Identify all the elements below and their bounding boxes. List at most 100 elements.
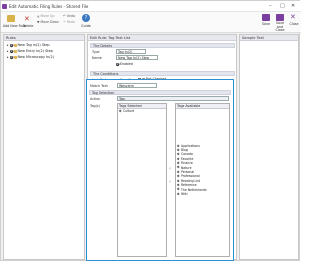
save-button[interactable]: Save <box>260 13 272 31</box>
tag-label: Professional <box>180 174 200 179</box>
tag-selection-section-title: Tag Selection <box>89 90 231 95</box>
name-label: Name <box>92 56 102 60</box>
tag-label: Finance <box>180 161 193 166</box>
enabled-checkbox[interactable]: Enabled <box>116 62 133 66</box>
folder-icon <box>13 49 17 53</box>
folder-icon <box>13 55 17 59</box>
tag-icon <box>176 192 180 196</box>
toolbar: Add New Rule ✕ Delete ▲ Move Up ▼ Move D… <box>1 12 301 33</box>
action-select[interactable]: Tag <box>117 96 229 101</box>
redo-button[interactable]: ↷ Redo <box>63 20 77 26</box>
expand-icon: ▸ <box>7 43 9 47</box>
close-icon: ✕ <box>290 13 296 21</box>
expand-icon: ▸ <box>7 55 9 59</box>
details-section-title: The Details <box>90 43 235 48</box>
type-label: Type <box>92 50 100 54</box>
enabled-check[interactable] <box>116 62 119 66</box>
sample-text-header: Sample Text <box>240 35 298 41</box>
folder-icon <box>13 43 17 47</box>
save-and-close-label: Save and Close <box>275 21 285 33</box>
rule-checkbox[interactable] <box>9 43 13 47</box>
tag-icon <box>176 183 180 187</box>
move-down-label: Move Down <box>40 20 60 24</box>
guide-label: Guide <box>81 24 91 28</box>
close-button[interactable]: ✕ Close <box>288 13 300 31</box>
rules-header: Rules <box>4 35 84 41</box>
tags-available-list[interactable]: Tags Available Applications Blog Canada … <box>175 103 230 257</box>
save-icon <box>262 14 270 21</box>
tag-icon <box>176 174 180 179</box>
delete-button[interactable]: ✕ Delete <box>21 15 35 33</box>
title-bar: Edit Automatic Filing Rules - Shared Fil… <box>1 1 301 12</box>
available-items: Applications Blog Canada Favorite Financ… <box>176 144 229 197</box>
help-icon: ? <box>82 14 90 22</box>
edit-rules-window: Edit Automatic Filing Rules - Shared Fil… <box>0 0 301 261</box>
tag-icon <box>118 109 122 113</box>
tags-selected-list[interactable]: Tags Selected Culture <box>117 103 167 257</box>
tags-label: Tag(s) <box>90 104 100 108</box>
tag-label: Personal <box>180 170 195 175</box>
rule-label: New Microscopy In(2) <box>17 55 55 59</box>
minimize-button[interactable]: – <box>269 3 272 9</box>
tag-icon <box>176 170 180 174</box>
move-down-button[interactable]: ▼ Move Down <box>37 20 59 26</box>
expand-icon: ▸ <box>7 49 9 53</box>
tag-icon <box>176 144 180 148</box>
tag-label: Culture <box>122 108 135 113</box>
tag-label: Canada <box>180 152 193 157</box>
redo-label: Redo <box>66 20 75 24</box>
tag-label: Reading List <box>180 178 200 183</box>
save-label: Save <box>261 22 271 26</box>
add-rule-icon <box>7 15 15 22</box>
add-new-rule-label: Add New Rule <box>3 24 26 28</box>
conditions-section-title: The Conditions <box>90 71 235 76</box>
enabled-label: Enabled <box>120 62 133 66</box>
tag-label: Blog <box>180 148 188 153</box>
tag-icon <box>176 179 180 183</box>
match-text-label: Match Text <box>90 84 108 88</box>
delete-label: Delete <box>22 24 34 28</box>
maximize-button[interactable]: □ <box>280 3 285 9</box>
rule-item[interactable]: ▸ New Microscopy In(2) <box>7 54 54 60</box>
list-item[interactable]: Wiki <box>176 192 229 196</box>
rule-label: New Tag In(2) Step <box>17 43 50 47</box>
match-text-field[interactable]: Wesciem <box>117 83 157 88</box>
undo-label: Undo <box>66 14 76 18</box>
save-close-icon <box>276 14 284 21</box>
list-item[interactable]: Culture <box>118 109 166 113</box>
rule-checkbox[interactable] <box>9 55 13 59</box>
move-right-arrow-icon[interactable]: › <box>169 179 171 185</box>
move-left-arrow-icon[interactable]: ‹ <box>169 166 171 172</box>
rule-checkbox[interactable] <box>9 49 13 53</box>
rules-panel: Rules ▸ New Tag In(2) Step ▸ New Entry I… <box>3 34 85 260</box>
edit-rule-header: Edit Rule: Tag Text List <box>88 35 236 41</box>
save-and-close-button[interactable]: Save and Close <box>273 13 287 32</box>
window-title: Edit Automatic Filing Rules - Shared Fil… <box>9 4 89 9</box>
tags-available-header: Tags Available <box>176 104 229 109</box>
action-label: Action <box>90 97 101 101</box>
tag-label: The Netherlands <box>180 187 207 192</box>
tag-icon <box>176 157 180 161</box>
tag-label: Wiki <box>180 191 188 196</box>
close-label: Close <box>289 22 299 26</box>
tag-icon <box>176 165 180 170</box>
tag-icon <box>176 161 180 165</box>
delete-icon: ✕ <box>24 15 30 23</box>
tag-label: Favorite <box>180 156 194 161</box>
close-window-button[interactable]: ✕ <box>291 3 295 9</box>
type-field[interactable]: Tag In(2) <box>116 49 146 54</box>
tag-icon <box>176 187 180 192</box>
tag-label: Nature <box>180 165 192 170</box>
tag-icon <box>176 152 180 157</box>
name-field[interactable]: New Tag In(2) Step <box>116 55 158 60</box>
tag-icon <box>176 148 180 152</box>
add-new-rule-button[interactable]: Add New Rule <box>3 14 26 32</box>
tag-label: Applications <box>180 143 200 148</box>
action-value: Tag <box>119 97 125 101</box>
move-up-label: Move Up <box>40 14 55 18</box>
tag-label: Reference <box>180 183 197 188</box>
app-icon <box>2 3 7 9</box>
sample-text-panel: Sample Text <box>239 34 299 260</box>
guide-button[interactable]: ? Guide <box>80 14 92 32</box>
rule-label: New Entry In(2) Step <box>17 49 53 53</box>
